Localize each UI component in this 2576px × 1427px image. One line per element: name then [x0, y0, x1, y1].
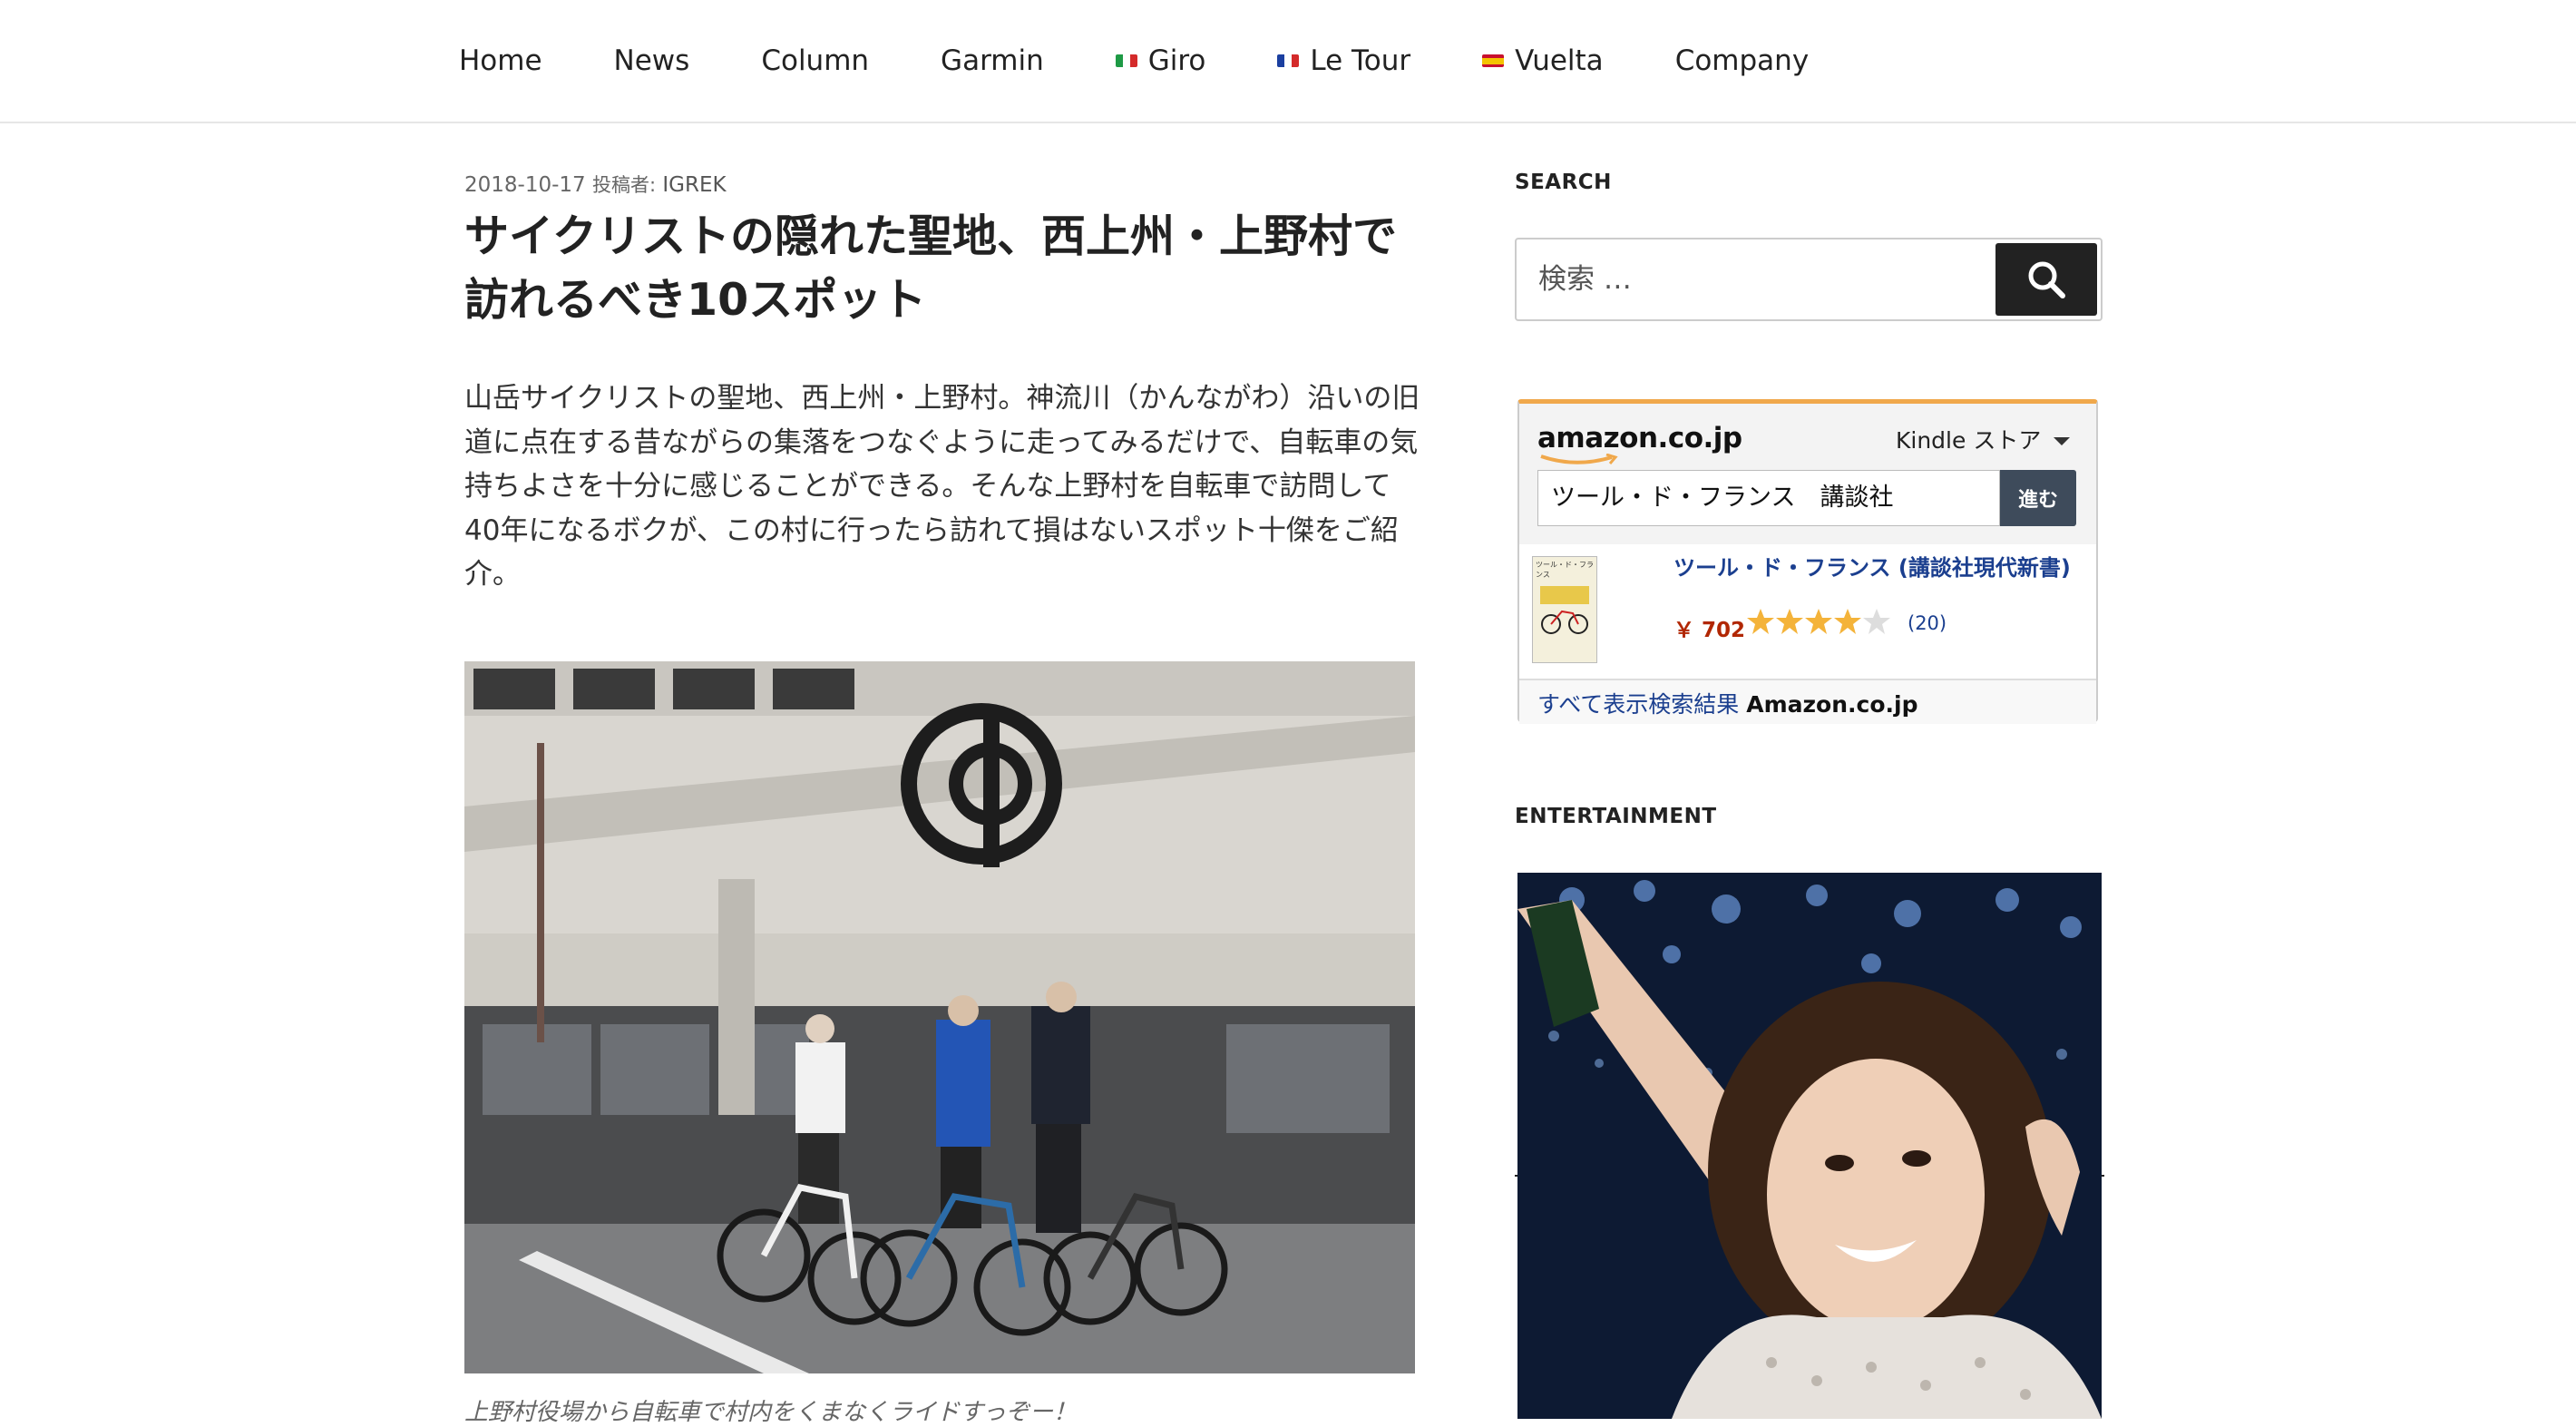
post-author[interactable]: IGREK	[662, 173, 726, 197]
nav-item-le-tour[interactable]: Le Tour	[1277, 44, 1410, 77]
cyclists-at-village-office-photo	[464, 661, 1415, 1373]
nav-label: Company	[1674, 44, 1810, 77]
amazon-product-price: ￥ 702	[1673, 619, 1746, 642]
nav-item-home[interactable]: Home	[459, 44, 542, 77]
search-icon	[2028, 261, 2065, 298]
france-flag-icon	[1277, 54, 1300, 67]
amazon-widget-footer: すべて表示検索結果 Amazon.co.jp	[1519, 679, 2096, 724]
nav-label: Le Tour	[1310, 44, 1411, 77]
bicycle-icon	[1540, 586, 1589, 634]
search-form	[1515, 238, 2103, 321]
all-results-site: Amazon.co.jp	[1746, 691, 1918, 718]
post-lead-paragraph: 山岳サイクリストの聖地、西上州・上野村。神流川（かんながわ）沿いの旧道に点在する…	[464, 382, 1420, 591]
nav-label: Vuelta	[1515, 44, 1604, 77]
amazon-widget-header: amazon.co.jp Kindle ストア ツール・ド・フランス 講談社 進…	[1519, 404, 2096, 544]
spain-flag-icon	[1482, 54, 1505, 67]
search-input[interactable]	[1518, 241, 2026, 318]
nav-label: Garmin	[941, 44, 1044, 77]
view-all-results-link[interactable]: すべて表示検索結果 Amazon.co.jp	[1537, 687, 1917, 719]
nav-item-news[interactable]: News	[614, 44, 690, 77]
entertainment-image[interactable]	[1517, 873, 2102, 1419]
nav-item-giro[interactable]: Giro	[1115, 44, 1206, 77]
italy-flag-icon	[1115, 54, 1137, 67]
nav-label: Home	[459, 44, 542, 77]
post-meta: 2018-10-17 投稿者: IGREK	[464, 171, 727, 198]
amazon-go-button[interactable]: 進む	[2000, 470, 2076, 526]
top-navigation-bar: Home News Column Garmin Giro Le Tour Vue…	[0, 0, 2576, 123]
review-count[interactable]: (20)	[1908, 612, 1947, 634]
featured-photo	[464, 661, 1415, 1373]
all-results-prefix: すべて表示検索結果	[1537, 691, 1740, 718]
amazon-smile-icon	[1540, 454, 1618, 464]
amazon-logo: amazon.co.jp	[1537, 422, 1742, 454]
chevron-down-icon	[2054, 436, 2071, 445]
nav-item-company[interactable]: Company	[1675, 44, 1809, 77]
nav-label: Column	[761, 44, 870, 77]
nav-item-vuelta[interactable]: Vuelta	[1482, 44, 1604, 77]
search-button[interactable]	[1995, 243, 2097, 316]
main-menu: Home News Column Garmin Giro Le Tour Vue…	[459, 0, 1880, 122]
book-cover-image[interactable]: ツール・ド・フランス	[1532, 556, 1597, 663]
star-rating-icon	[1747, 609, 1890, 634]
nav-label: News	[613, 44, 690, 77]
nav-item-garmin[interactable]: Garmin	[941, 44, 1044, 77]
singer-on-stage-photo	[1517, 873, 2102, 1419]
amazon-search-field[interactable]: ツール・ド・フランス 講談社	[1537, 470, 2000, 526]
nav-item-column[interactable]: Column	[761, 44, 869, 77]
amazon-store-dropdown[interactable]: Kindle ストア	[1896, 423, 2071, 455]
book-cover-title: ツール・ド・フランス	[1536, 561, 1594, 579]
search-widget-title: SEARCH	[1515, 171, 1612, 194]
post-title: サイクリストの隠れた聖地、西上州・上野村で訪れるべき10スポット	[464, 210, 1398, 326]
photo-caption: 上野村役場から自転車で村内をくまなくライドすっぞー！	[464, 1399, 1077, 1426]
nav-label: Giro	[1147, 44, 1206, 77]
author-label: 投稿者:	[591, 174, 657, 196]
entertainment-widget-title: ENTERTAINMENT	[1515, 805, 1717, 828]
post-date[interactable]: 2018-10-17	[464, 173, 586, 197]
rating-stars	[1746, 607, 1896, 636]
amazon-widget: amazon.co.jp Kindle ストア ツール・ド・フランス 講談社 進…	[1517, 399, 2098, 724]
amazon-product-title[interactable]: ツール・ド・フランス (講談社現代新書)	[1673, 556, 2073, 580]
store-label: Kindle ストア	[1896, 427, 2042, 454]
